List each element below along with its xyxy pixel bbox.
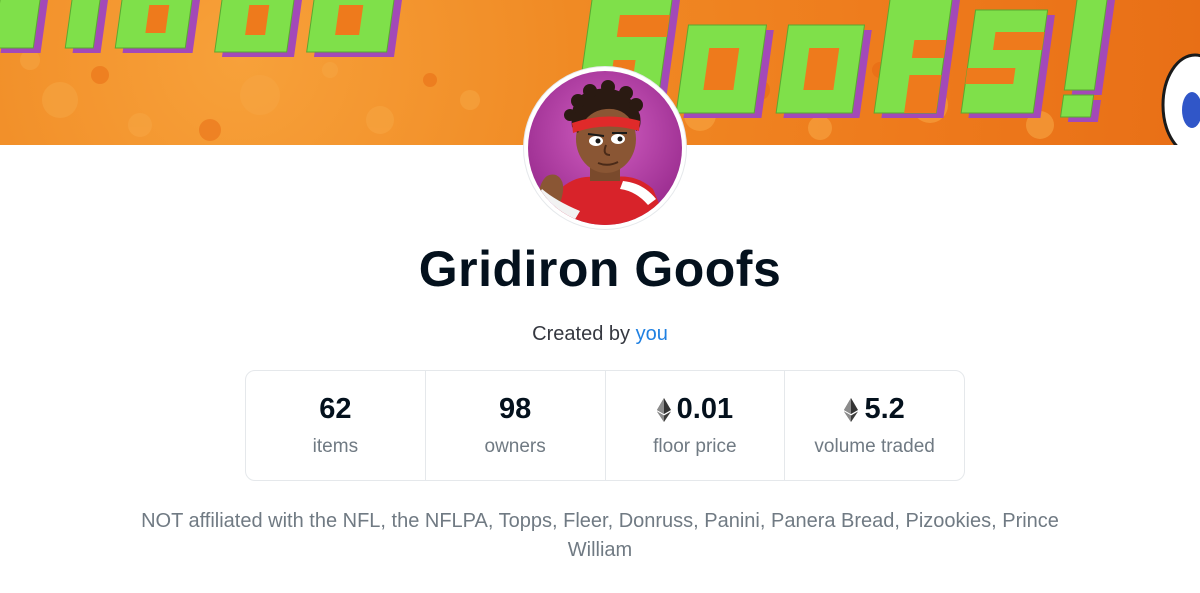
- description-more-toggle[interactable]: [0, 582, 1200, 593]
- owners-count: 98: [498, 393, 532, 425]
- items-count: 62: [319, 393, 352, 425]
- collection-stats: 62 items 98 owners 0.01 floor price 5.2 …: [245, 370, 965, 481]
- ethereum-icon: [656, 397, 671, 422]
- created-by-label: Created by: [532, 323, 631, 345]
- collection-avatar: [524, 67, 686, 229]
- stat-label: owners: [484, 436, 546, 457]
- stat-volume-traded[interactable]: 5.2 volume traded: [785, 371, 964, 480]
- floor-price-value: 0.01: [676, 393, 734, 425]
- collection-title: Gridiron Goofs: [418, 241, 782, 297]
- stat-value: 5.2: [844, 393, 905, 426]
- stat-owners[interactable]: 98 owners: [426, 371, 606, 480]
- created-by-line: Created by you: [0, 323, 1200, 346]
- volume-traded-value: 5.2: [864, 393, 905, 425]
- stat-label: volume traded: [814, 436, 935, 457]
- stat-value: 0.01: [656, 393, 734, 426]
- ethereum-icon: [844, 397, 859, 422]
- football-player-avatar: [528, 71, 682, 225]
- stat-value: 98: [499, 393, 531, 426]
- stat-label: items: [312, 436, 359, 457]
- stat-items[interactable]: 62 items: [246, 371, 426, 480]
- stat-floor-price[interactable]: 0.01 floor price: [606, 371, 786, 480]
- stat-label: floor price: [653, 436, 737, 457]
- creator-link[interactable]: you: [636, 323, 668, 345]
- collection-description: NOT affiliated with the NFL, the NFLPA, …: [141, 510, 1059, 561]
- stat-value: 62: [319, 393, 351, 426]
